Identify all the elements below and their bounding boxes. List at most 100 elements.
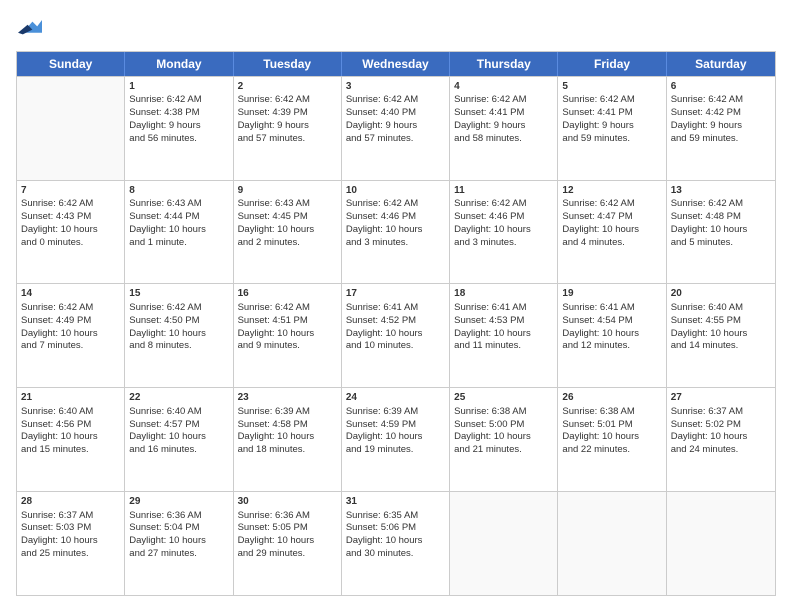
day-info-line: and 8 minutes. [129, 340, 228, 353]
day-info-line: Sunrise: 6:42 AM [454, 94, 553, 107]
calendar-cell: 5Sunrise: 6:42 AMSunset: 4:41 PMDaylight… [558, 77, 666, 180]
calendar-cell: 25Sunrise: 6:38 AMSunset: 5:00 PMDayligh… [450, 388, 558, 491]
calendar-row-2: 14Sunrise: 6:42 AMSunset: 4:49 PMDayligh… [17, 283, 775, 387]
day-info-line: Sunset: 4:58 PM [238, 419, 337, 432]
calendar-cell: 16Sunrise: 6:42 AMSunset: 4:51 PMDayligh… [234, 284, 342, 387]
day-number: 14 [21, 287, 120, 301]
calendar-cell [450, 492, 558, 595]
weekday-header-sunday: Sunday [17, 52, 125, 76]
day-info-line: Sunset: 4:45 PM [238, 211, 337, 224]
day-number: 7 [21, 184, 120, 198]
day-number: 31 [346, 495, 445, 509]
day-number: 19 [562, 287, 661, 301]
day-info-line: Daylight: 10 hours [21, 535, 120, 548]
day-number: 11 [454, 184, 553, 198]
day-info-line: Daylight: 10 hours [129, 535, 228, 548]
day-info-line: Sunrise: 6:36 AM [238, 510, 337, 523]
day-number: 21 [21, 391, 120, 405]
day-number: 24 [346, 391, 445, 405]
day-info-line: Sunset: 4:57 PM [129, 419, 228, 432]
calendar-cell: 31Sunrise: 6:35 AMSunset: 5:06 PMDayligh… [342, 492, 450, 595]
day-info-line: and 3 minutes. [346, 237, 445, 250]
day-number: 3 [346, 80, 445, 94]
page: SundayMondayTuesdayWednesdayThursdayFrid… [0, 0, 792, 612]
calendar-cell: 23Sunrise: 6:39 AMSunset: 4:58 PMDayligh… [234, 388, 342, 491]
day-number: 5 [562, 80, 661, 94]
day-info-line: and 19 minutes. [346, 444, 445, 457]
calendar-cell [17, 77, 125, 180]
day-info-line: Sunrise: 6:42 AM [562, 198, 661, 211]
logo-text [16, 16, 42, 45]
calendar-cell: 8Sunrise: 6:43 AMSunset: 4:44 PMDaylight… [125, 181, 233, 284]
day-info-line: Sunrise: 6:41 AM [562, 302, 661, 315]
day-info-line: Sunset: 4:39 PM [238, 107, 337, 120]
day-info-line: Sunset: 4:44 PM [129, 211, 228, 224]
calendar-cell: 24Sunrise: 6:39 AMSunset: 4:59 PMDayligh… [342, 388, 450, 491]
day-info-line: Sunrise: 6:42 AM [454, 198, 553, 211]
calendar-row-3: 21Sunrise: 6:40 AMSunset: 4:56 PMDayligh… [17, 387, 775, 491]
calendar-cell: 15Sunrise: 6:42 AMSunset: 4:50 PMDayligh… [125, 284, 233, 387]
day-number: 13 [671, 184, 771, 198]
calendar-cell: 18Sunrise: 6:41 AMSunset: 4:53 PMDayligh… [450, 284, 558, 387]
day-info-line: and 3 minutes. [454, 237, 553, 250]
day-info-line: Sunset: 4:42 PM [671, 107, 771, 120]
day-info-line: Daylight: 10 hours [562, 224, 661, 237]
day-info-line: Sunrise: 6:42 AM [129, 302, 228, 315]
day-number: 6 [671, 80, 771, 94]
day-info-line: Daylight: 10 hours [346, 328, 445, 341]
day-info-line: and 18 minutes. [238, 444, 337, 457]
day-info-line: and 58 minutes. [454, 133, 553, 146]
day-info-line: Daylight: 10 hours [238, 224, 337, 237]
day-number: 8 [129, 184, 228, 198]
day-info-line: Daylight: 10 hours [238, 431, 337, 444]
day-info-line: Sunrise: 6:42 AM [562, 94, 661, 107]
day-info-line: Sunrise: 6:38 AM [454, 406, 553, 419]
day-number: 28 [21, 495, 120, 509]
day-info-line: Daylight: 10 hours [238, 328, 337, 341]
day-info-line: Sunset: 4:49 PM [21, 315, 120, 328]
day-number: 20 [671, 287, 771, 301]
day-info-line: Daylight: 9 hours [346, 120, 445, 133]
weekday-header-friday: Friday [558, 52, 666, 76]
day-info-line: and 25 minutes. [21, 548, 120, 561]
day-info-line: Daylight: 10 hours [346, 431, 445, 444]
calendar-cell: 27Sunrise: 6:37 AMSunset: 5:02 PMDayligh… [667, 388, 775, 491]
day-info-line: Sunrise: 6:35 AM [346, 510, 445, 523]
day-info-line: Sunrise: 6:40 AM [671, 302, 771, 315]
calendar-cell: 29Sunrise: 6:36 AMSunset: 5:04 PMDayligh… [125, 492, 233, 595]
day-info-line: Sunrise: 6:42 AM [346, 198, 445, 211]
calendar-cell: 21Sunrise: 6:40 AMSunset: 4:56 PMDayligh… [17, 388, 125, 491]
day-info-line: Sunset: 5:05 PM [238, 522, 337, 535]
calendar-body: 1Sunrise: 6:42 AMSunset: 4:38 PMDaylight… [17, 76, 775, 595]
day-info-line: Sunrise: 6:42 AM [238, 94, 337, 107]
calendar-cell: 28Sunrise: 6:37 AMSunset: 5:03 PMDayligh… [17, 492, 125, 595]
calendar: SundayMondayTuesdayWednesdayThursdayFrid… [16, 51, 776, 596]
day-info-line: Daylight: 10 hours [454, 224, 553, 237]
day-info-line: Sunset: 5:06 PM [346, 522, 445, 535]
day-info-line: Sunrise: 6:42 AM [21, 302, 120, 315]
day-info-line: and 59 minutes. [671, 133, 771, 146]
calendar-cell: 4Sunrise: 6:42 AMSunset: 4:41 PMDaylight… [450, 77, 558, 180]
day-info-line: Sunrise: 6:43 AM [238, 198, 337, 211]
day-info-line: and 12 minutes. [562, 340, 661, 353]
day-info-line: Sunset: 4:47 PM [562, 211, 661, 224]
day-info-line: and 7 minutes. [21, 340, 120, 353]
day-info-line: and 24 minutes. [671, 444, 771, 457]
calendar-cell: 7Sunrise: 6:42 AMSunset: 4:43 PMDaylight… [17, 181, 125, 284]
day-info-line: Sunrise: 6:42 AM [129, 94, 228, 107]
day-info-line: Daylight: 10 hours [129, 224, 228, 237]
day-info-line: Daylight: 10 hours [238, 535, 337, 548]
logo-bird-icon [18, 16, 42, 40]
day-info-line: Daylight: 10 hours [454, 328, 553, 341]
day-info-line: Daylight: 10 hours [671, 224, 771, 237]
day-info-line: Daylight: 10 hours [671, 328, 771, 341]
day-info-line: Sunset: 4:43 PM [21, 211, 120, 224]
day-info-line: Sunset: 4:46 PM [346, 211, 445, 224]
day-info-line: Sunrise: 6:39 AM [238, 406, 337, 419]
day-info-line: and 57 minutes. [238, 133, 337, 146]
day-number: 2 [238, 80, 337, 94]
day-info-line: Daylight: 10 hours [346, 224, 445, 237]
day-info-line: Sunset: 5:04 PM [129, 522, 228, 535]
day-number: 29 [129, 495, 228, 509]
day-info-line: Sunset: 4:38 PM [129, 107, 228, 120]
